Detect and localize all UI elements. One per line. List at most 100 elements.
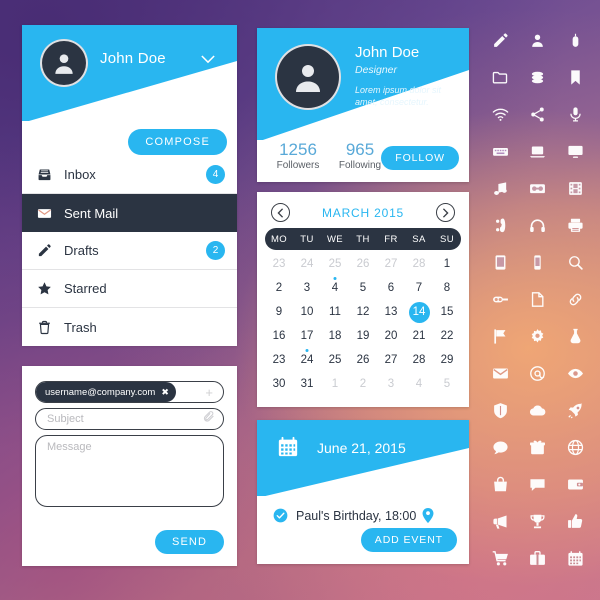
calendar-day[interactable]: 4: [405, 372, 433, 396]
wifi-icon[interactable]: [492, 106, 509, 123]
flask-icon[interactable]: [567, 328, 584, 345]
calendar-day-selected[interactable]: 14: [405, 300, 433, 324]
calendar-day[interactable]: 5: [433, 372, 461, 396]
trophy-icon[interactable]: [529, 513, 546, 530]
envelope-icon[interactable]: [492, 365, 509, 382]
calendar-day[interactable]: 1: [433, 252, 461, 276]
gear-icon[interactable]: [529, 328, 546, 345]
chevron-left-icon[interactable]: [271, 203, 290, 222]
chevron-right-icon[interactable]: [436, 203, 455, 222]
calendar-day[interactable]: 22: [433, 324, 461, 348]
calendar-day[interactable]: 24: [293, 252, 321, 276]
calendar-day[interactable]: 5: [349, 276, 377, 300]
flag-icon[interactable]: [492, 328, 509, 345]
calendar-day[interactable]: 2: [265, 276, 293, 300]
key-icon[interactable]: [492, 291, 509, 308]
calendar-day[interactable]: 20: [377, 324, 405, 348]
keyboard-icon[interactable]: [492, 143, 509, 160]
search-icon[interactable]: [567, 254, 584, 271]
calendar-day[interactable]: 27: [377, 348, 405, 372]
message-field[interactable]: Message: [35, 435, 224, 507]
calendar-day[interactable]: 28: [405, 348, 433, 372]
calendar-day[interactable]: 11: [321, 300, 349, 324]
calendar-day[interactable]: 6: [377, 276, 405, 300]
phone-icon[interactable]: [492, 217, 509, 234]
calendar-grid-icon[interactable]: [567, 550, 584, 567]
printer-icon[interactable]: [567, 217, 584, 234]
calendar-day[interactable]: 17: [293, 324, 321, 348]
calendar-day[interactable]: 26: [349, 252, 377, 276]
mail-folder-trash[interactable]: Trash: [22, 308, 237, 346]
bookmark-icon[interactable]: [567, 69, 584, 86]
laptop-icon[interactable]: [529, 143, 546, 160]
send-button[interactable]: SEND: [155, 530, 224, 554]
globe-icon[interactable]: [567, 439, 584, 456]
mail-folder-inbox[interactable]: Inbox 4: [22, 156, 237, 194]
folder-icon[interactable]: [492, 69, 509, 86]
map-pin-icon[interactable]: [422, 508, 434, 523]
wallet-icon[interactable]: [567, 476, 584, 493]
calendar-day[interactable]: 21: [405, 324, 433, 348]
chat-icon[interactable]: [492, 439, 509, 456]
calendar-day[interactable]: 25: [321, 348, 349, 372]
close-icon[interactable]: ✖: [161, 387, 169, 398]
recipient-field[interactable]: username@company.com ✖ +: [35, 381, 224, 403]
calendar-day[interactable]: 28: [405, 252, 433, 276]
calendar-day[interactable]: 23: [265, 252, 293, 276]
calendar-day[interactable]: 30: [265, 372, 293, 396]
calendar-day[interactable]: 27: [377, 252, 405, 276]
link-icon[interactable]: [567, 291, 584, 308]
megaphone-icon[interactable]: [492, 513, 509, 530]
calendar-day[interactable]: 25: [321, 252, 349, 276]
calendar-day[interactable]: 12: [349, 300, 377, 324]
calendar-day[interactable]: 23: [265, 348, 293, 372]
calendar-day[interactable]: 3: [377, 372, 405, 396]
check-circle-icon[interactable]: [273, 508, 288, 523]
mail-folder-sent-mail[interactable]: Sent Mail: [22, 194, 237, 232]
at-sign-icon[interactable]: [529, 365, 546, 382]
tablet-icon[interactable]: [492, 254, 509, 271]
calendar-day[interactable]: 24: [293, 348, 321, 372]
add-event-button[interactable]: ADD EVENT: [360, 528, 457, 552]
calendar-day[interactable]: 3: [293, 276, 321, 300]
paperclip-icon[interactable]: [202, 410, 215, 428]
box-icon[interactable]: [529, 439, 546, 456]
calendar-day[interactable]: 19: [349, 324, 377, 348]
cloud-icon[interactable]: [529, 402, 546, 419]
music-note-icon[interactable]: [492, 180, 509, 197]
headphones-icon[interactable]: [529, 217, 546, 234]
calendar-day[interactable]: 2: [349, 372, 377, 396]
calendar-day[interactable]: 1: [321, 372, 349, 396]
follow-button[interactable]: FOLLOW: [381, 146, 459, 170]
mouse-icon[interactable]: [567, 32, 584, 49]
rocket-icon[interactable]: [567, 402, 584, 419]
plus-icon[interactable]: +: [205, 385, 213, 400]
monitor-icon[interactable]: [567, 143, 584, 160]
subject-field[interactable]: Subject: [35, 408, 224, 430]
eye-icon[interactable]: [567, 365, 584, 382]
recipient-chip[interactable]: username@company.com ✖: [36, 382, 176, 402]
compose-button[interactable]: COMPOSE: [128, 129, 227, 155]
camera-icon[interactable]: [529, 180, 546, 197]
smartphone-icon[interactable]: [529, 254, 546, 271]
share-icon[interactable]: [529, 106, 546, 123]
calendar-day[interactable]: 9: [265, 300, 293, 324]
calendar-day[interactable]: 18: [321, 324, 349, 348]
microphone-icon[interactable]: [567, 106, 584, 123]
calendar-day[interactable]: 26: [349, 348, 377, 372]
mail-folder-drafts[interactable]: Drafts 2: [22, 232, 237, 270]
layers-icon[interactable]: [529, 69, 546, 86]
shield-icon[interactable]: [492, 402, 509, 419]
cart-icon[interactable]: [492, 550, 509, 567]
film-icon[interactable]: [567, 180, 584, 197]
calendar-day[interactable]: 4: [321, 276, 349, 300]
document-icon[interactable]: [529, 291, 546, 308]
calendar-day[interactable]: 16: [265, 324, 293, 348]
mail-folder-starred[interactable]: Starred: [22, 270, 237, 308]
pencil-icon[interactable]: [492, 32, 509, 49]
calendar-day[interactable]: 15: [433, 300, 461, 324]
calendar-day[interactable]: 10: [293, 300, 321, 324]
calendar-day[interactable]: 13: [377, 300, 405, 324]
calendar-day[interactable]: 7: [405, 276, 433, 300]
bag-icon[interactable]: [492, 476, 509, 493]
